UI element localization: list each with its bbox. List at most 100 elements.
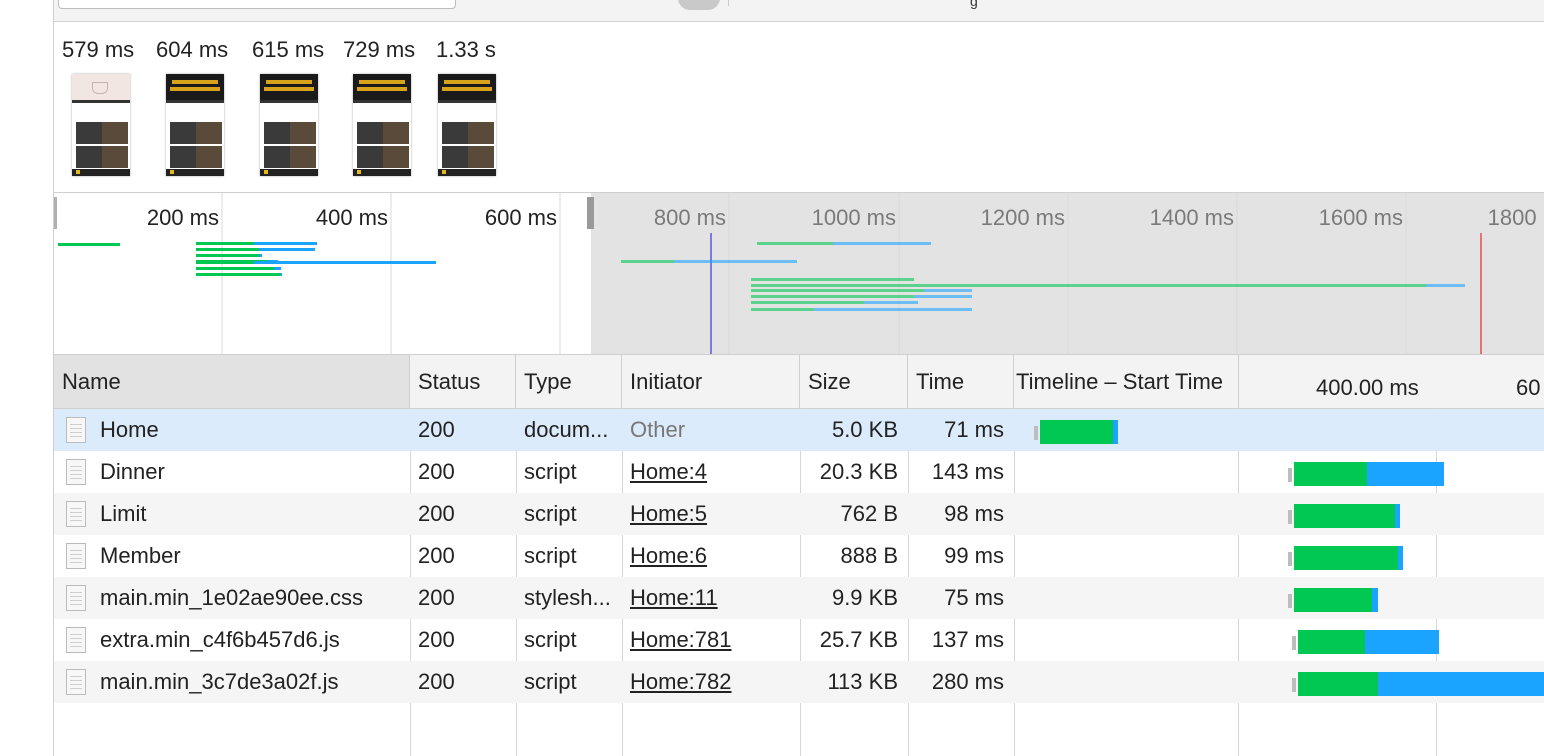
overview-timeline[interactable]: 200 ms 400 ms 600 ms 800 ms 1000 ms 1200 ms 14… <box>54 193 1544 355</box>
cell-type: script <box>524 543 577 568</box>
toggle-switch[interactable] <box>678 0 720 10</box>
column-header-name[interactable]: Name <box>54 355 410 408</box>
initiator-link[interactable]: Home:6 <box>630 543 707 568</box>
overview-request-bar <box>757 242 833 245</box>
page-screenshot-thumbnail[interactable] <box>438 74 496 176</box>
cell-time: 98 ms <box>944 501 1004 526</box>
page-screenshot-thumbnail[interactable] <box>353 74 411 176</box>
icon-line <box>70 508 82 509</box>
column-header-size[interactable]: Size <box>800 355 908 408</box>
document-icon <box>66 669 86 695</box>
cell-name[interactable]: main.min_1e02ae90ee.css <box>54 577 410 619</box>
download-bar[interactable] <box>1112 420 1119 444</box>
thumbnail-tile <box>170 146 196 168</box>
table-row[interactable]: main.min_1e02ae90ee.css 200 stylesh... Home… <box>54 577 1544 619</box>
request-name[interactable]: Dinner <box>100 459 165 484</box>
table-row[interactable]: Dinner 200 script Home:4 20.3 KB 143 ms <box>54 451 1544 493</box>
column-header-initiator[interactable]: Initiator <box>622 355 800 408</box>
cell-name[interactable]: main.min_3c7de3a02f.js <box>54 661 410 703</box>
filter-input[interactable] <box>58 0 456 9</box>
waiting-bar[interactable] <box>1298 672 1378 696</box>
waiting-bar[interactable] <box>1294 504 1395 528</box>
banner-text <box>442 87 492 91</box>
overview-request-bar <box>751 289 924 292</box>
download-bar[interactable] <box>1394 504 1401 528</box>
page-screenshot-thumbnail[interactable] <box>72 74 130 176</box>
request-name[interactable]: Home <box>100 417 159 442</box>
cell-name[interactable]: Limit <box>54 493 410 535</box>
cell-status: 200 <box>418 417 455 442</box>
download-bar[interactable] <box>1365 630 1440 654</box>
table-row[interactable]: Limit 200 script Home:5 762 B 98 ms <box>54 493 1544 535</box>
selection-handle-left <box>54 197 57 229</box>
request-name[interactable]: Limit <box>100 501 146 526</box>
thumbnail-banner <box>260 74 318 100</box>
thumbnail-tile <box>264 122 290 144</box>
download-bar[interactable] <box>1397 546 1404 570</box>
icon-line <box>70 436 82 437</box>
footer-dot <box>170 170 174 174</box>
table-row[interactable]: extra.min_c4f6b457d6.js 200 script Home:781… <box>54 619 1544 661</box>
column-header-type[interactable]: Type <box>516 355 622 408</box>
cell-status: 200 <box>418 627 455 652</box>
table-row[interactable]: Member 200 script Home:6 888 B 99 ms <box>54 535 1544 577</box>
initiator-link[interactable]: Home:782 <box>630 669 732 694</box>
column-header-time[interactable]: Time <box>908 355 1014 408</box>
cell-name[interactable]: extra.min_c4f6b457d6.js <box>54 619 410 661</box>
cell-size: 762 B <box>840 501 899 526</box>
frame-time: 729 ms <box>343 37 416 62</box>
thumbnail-tile <box>442 146 468 168</box>
cell-initiator: Home:5 <box>622 493 800 535</box>
waiting-bar[interactable] <box>1040 420 1113 444</box>
initiator-link[interactable]: Home:11 <box>630 585 718 610</box>
request-name[interactable]: extra.min_c4f6b457d6.js <box>100 627 340 652</box>
cell-status: 200 <box>418 501 455 526</box>
waiting-bar[interactable] <box>1294 546 1398 570</box>
column-header-status[interactable]: Status <box>410 355 516 408</box>
frame-time: 1.33 s <box>436 37 496 62</box>
waiting-bar[interactable] <box>1298 630 1366 654</box>
thumbnail-strip <box>438 100 496 103</box>
cell-name[interactable]: Dinner <box>54 451 410 493</box>
waiting-bar[interactable] <box>1294 462 1367 486</box>
overview-tick-label: 1800 ms <box>1488 205 1544 230</box>
initiator-link[interactable]: Home:781 <box>630 627 732 652</box>
waiting-bar[interactable] <box>1294 588 1373 612</box>
thumbnail-tile <box>468 122 494 144</box>
cell-size: 113 KB <box>827 669 898 694</box>
icon-line <box>70 676 82 677</box>
icon-line <box>70 596 82 597</box>
page-screenshot-thumbnail[interactable] <box>260 74 318 176</box>
cell-name[interactable]: Home <box>54 409 410 451</box>
request-name[interactable]: main.min_1e02ae90ee.css <box>100 585 363 610</box>
cell-status: 200 <box>418 585 455 610</box>
initiator-link[interactable]: Home:5 <box>630 501 707 526</box>
stalled-bar <box>1288 552 1292 566</box>
table-row[interactable]: Home 200 docum... Other 5.0 KB 71 ms <box>54 409 1544 451</box>
banner-text <box>444 80 490 84</box>
cell-status: 200 <box>418 669 455 694</box>
cell-name[interactable]: Member <box>54 535 410 577</box>
icon-line <box>70 604 82 605</box>
stalled-bar <box>1288 468 1292 482</box>
download-bar[interactable] <box>1372 588 1378 612</box>
icon-line <box>70 424 82 425</box>
thumbnail-tile <box>76 122 102 144</box>
icon-line <box>70 474 82 475</box>
thumbnail-footer <box>72 169 130 176</box>
request-name[interactable]: Member <box>100 543 181 568</box>
icon-line <box>70 554 82 555</box>
thumbnail-tile <box>442 122 468 144</box>
column-header-timeline[interactable]: Timeline – Start Time <box>1014 355 1239 408</box>
overview-request-bar <box>254 261 436 264</box>
download-bar[interactable] <box>1366 462 1444 486</box>
table-row[interactable]: main.min_3c7de3a02f.js 200 script Home:782 1… <box>54 661 1544 703</box>
stalled-bar <box>1292 636 1296 650</box>
thumbnail-strip <box>72 100 130 103</box>
request-name[interactable]: main.min_3c7de3a02f.js <box>100 669 338 694</box>
page-screenshot-thumbnail[interactable] <box>166 74 224 176</box>
overview-tick-label: 1000 ms <box>812 205 896 230</box>
download-bar[interactable] <box>1377 672 1544 696</box>
initiator-link[interactable]: Home:4 <box>630 459 707 484</box>
thumbnail-footer <box>166 169 224 176</box>
